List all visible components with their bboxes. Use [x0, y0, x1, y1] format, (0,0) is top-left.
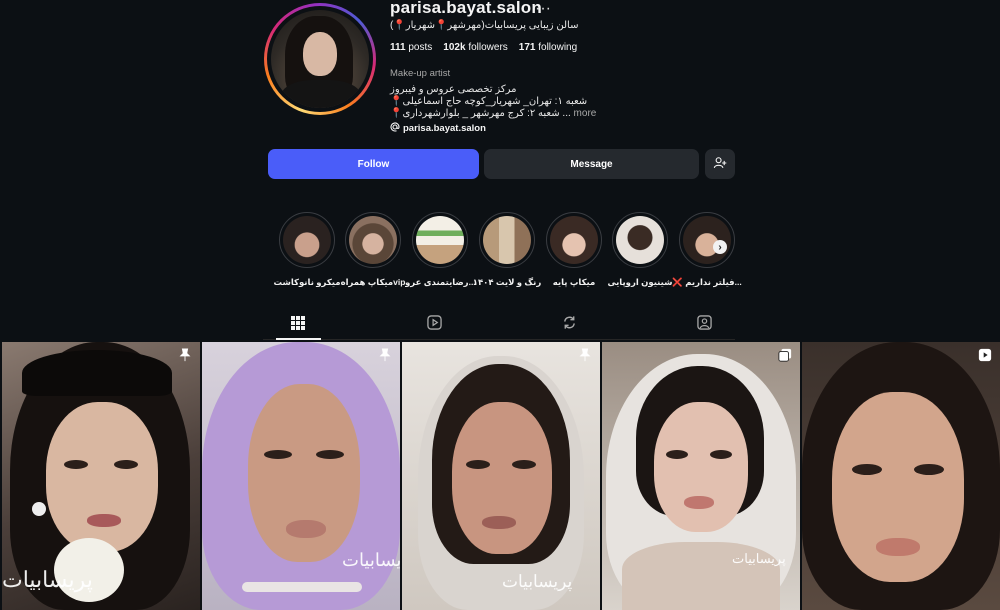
- tab-posts[interactable]: [286, 314, 310, 336]
- grid-icon: [291, 315, 305, 335]
- highlight-label: ❌ فیلتر نداریم...: [672, 277, 742, 287]
- follow-button[interactable]: Follow: [268, 149, 479, 179]
- repost-icon: [562, 315, 577, 335]
- post-thumbnail[interactable]: پریسابیات: [402, 342, 600, 610]
- highlights-next-button[interactable]: ›: [713, 240, 727, 254]
- post-watermark: پریسابیات: [502, 572, 573, 592]
- story-highlight[interactable]: رنگ و لایت ۱۴۰۴: [472, 212, 542, 288]
- suggest-users-button[interactable]: [705, 149, 735, 179]
- highlight-label: شینیون اروپایی: [607, 277, 673, 287]
- post-thumbnail[interactable]: پریسابیات: [602, 342, 800, 610]
- highlight-label: میکاپ همراهvip: [340, 277, 406, 287]
- profile-avatar[interactable]: [264, 3, 376, 115]
- post-thumbnail[interactable]: پریسابیات: [2, 342, 200, 610]
- story-highlight[interactable]: میکاپ پایه: [539, 212, 609, 288]
- profile-username: parisa.bayat.salon: [390, 0, 542, 17]
- story-highlight[interactable]: رضایتمندی عرو...: [405, 212, 475, 288]
- story-highlight[interactable]: میکاپ همراهvip: [338, 212, 408, 288]
- post-watermark: پریسابیات: [732, 552, 786, 567]
- highlight-cover: [283, 216, 331, 264]
- tab-reels[interactable]: [422, 314, 446, 336]
- tab-reposts[interactable]: [557, 314, 581, 336]
- avatar-photo: [271, 10, 369, 108]
- threads-link[interactable]: parisa.bayat.salon: [390, 122, 486, 135]
- post-watermark: پریسابیات: [342, 550, 400, 571]
- bio-line: 📍شعبه ۲: کرج مهرشهر _ بلوارشهرداری ... m…: [390, 108, 597, 119]
- pin-icon: [578, 348, 592, 362]
- highlight-cover: [416, 216, 464, 264]
- highlight-label: رنگ و لایت ۱۴۰۴: [472, 277, 542, 287]
- post-thumbnail[interactable]: [802, 342, 1000, 610]
- story-highlight[interactable]: شینیون اروپایی: [605, 212, 675, 288]
- highlight-label: میکاپ پایه: [552, 277, 596, 287]
- bio-line: 📍شعبه ۱: تهران_ شهریار_کوچه حاج اسماعیلی: [390, 96, 588, 107]
- following-stat[interactable]: 171 following: [519, 42, 577, 53]
- profile-full-name: سالن زیبایی پریسابیات(مهرشهر📍شهریار📍): [390, 20, 579, 31]
- tabs-divider: [263, 339, 735, 340]
- more-options-icon[interactable]: ···: [535, 0, 551, 18]
- highlight-label: میکرو نانوکاشت: [273, 277, 341, 287]
- profile-stats: 111 posts 102k followers 171 following: [390, 42, 577, 53]
- post-thumbnail[interactable]: پریسابیات: [202, 342, 400, 610]
- bio-more-link[interactable]: more: [574, 108, 597, 119]
- posts-stat: 111 posts: [390, 42, 433, 53]
- bio-line: مرکز تخصصی عروس و فیبروز: [390, 84, 517, 95]
- story-highlight[interactable]: میکرو نانوکاشت: [272, 212, 342, 288]
- pin-icon: [178, 348, 192, 362]
- highlight-cover: [683, 216, 731, 264]
- highlight-cover: [349, 216, 397, 264]
- followers-stat[interactable]: 102k followers: [443, 42, 508, 53]
- threads-icon: [390, 122, 400, 135]
- message-button[interactable]: Message: [484, 149, 699, 179]
- highlight-cover: [483, 216, 531, 264]
- highlight-cover: [550, 216, 598, 264]
- chevron-right-icon: ›: [718, 241, 722, 253]
- highlight-label: رضایتمندی عرو...: [405, 277, 475, 287]
- tagged-user-icon: [696, 315, 712, 335]
- post-watermark: پریسابیات: [2, 568, 93, 593]
- profile-category: Make-up artist: [390, 68, 451, 79]
- add-user-icon: [713, 156, 727, 173]
- profile-page: parisa.bayat.salon ··· سالن زیبایی پریسا…: [0, 0, 1000, 610]
- carousel-icon: [778, 348, 792, 362]
- tab-tagged[interactable]: [692, 314, 716, 336]
- active-tab-indicator: [276, 338, 321, 340]
- pin-icon: [378, 348, 392, 362]
- reels-icon: [426, 315, 442, 335]
- highlight-cover: [616, 216, 664, 264]
- story-highlight[interactable]: ❌ فیلتر نداریم...: [672, 212, 742, 288]
- reel-icon: [978, 348, 992, 362]
